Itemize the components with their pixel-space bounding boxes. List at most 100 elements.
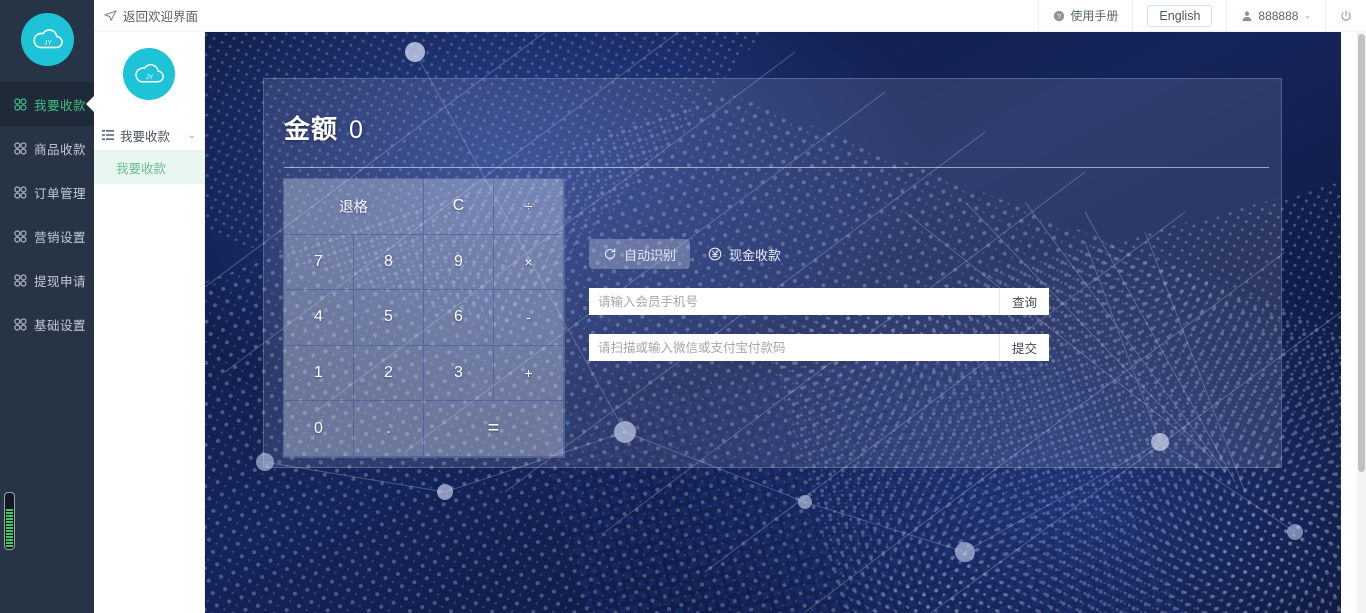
key-minus[interactable]: -: [494, 290, 564, 346]
scrollbar-thumb[interactable]: [1358, 34, 1365, 472]
meter-bar: [6, 542, 13, 544]
auto-detect-button[interactable]: 自动识别: [589, 239, 691, 269]
language-cell: English: [1132, 0, 1226, 32]
key-1[interactable]: 1: [284, 345, 354, 402]
sidebar-item-1[interactable]: 商品收款: [0, 126, 94, 170]
payment-controls: 自动识别 现金收款 查询: [589, 239, 1119, 361]
member-query-button[interactable]: 查询: [999, 288, 1049, 315]
app-root: 金额 0 退格C÷789×456-123+0.= 自动: [0, 0, 1366, 613]
four-petal-icon: [9, 227, 28, 246]
amount-label: 金额: [284, 114, 339, 144]
four-petal-icon: [9, 95, 28, 114]
cash-payment-label: 现金收款: [729, 247, 782, 263]
member-phone-input[interactable]: [589, 288, 999, 315]
language-button[interactable]: English: [1147, 4, 1213, 27]
numeric-keypad[interactable]: 退格 C ÷ 7 8 9 × 4 5 6- 1 2 3 +0. =: [283, 178, 565, 458]
key-equals[interactable]: =: [424, 401, 564, 457]
main-stage: 金额 0 退格C÷789×456-123+0.= 自动: [205, 32, 1341, 613]
svg-text:?: ?: [1057, 11, 1061, 20]
active-pointer: [86, 95, 95, 113]
primary-sidebar: JY 我要收款 商品收款 订单管理 营销设置 提现申请 基础设置: [0, 0, 95, 613]
power-icon: [1340, 10, 1352, 22]
question-circle-icon: ?: [1053, 10, 1065, 22]
amount-value: 0: [349, 116, 364, 144]
pay-submit-button[interactable]: 提交: [999, 334, 1049, 361]
key-dot[interactable]: .: [354, 401, 424, 457]
key-8[interactable]: 8: [354, 234, 424, 291]
sidebar-item-label: 订单管理: [34, 186, 87, 201]
meter-bar: [6, 518, 13, 520]
user-manual-button[interactable]: ? 使用手册: [1038, 0, 1132, 32]
subnav-logo: JY: [123, 48, 175, 100]
meter-bar: [6, 527, 13, 529]
sidebar-item-5[interactable]: 基础设置: [0, 302, 94, 346]
chevron-down-icon[interactable]: ⌄: [188, 130, 196, 141]
meter-bar: [6, 539, 13, 541]
page-title: 金额 0: [284, 109, 364, 146]
payment-mode-row: 自动识别 现金收款: [589, 239, 1119, 269]
send-paper-plane-icon: [104, 9, 117, 22]
key-3[interactable]: 3: [424, 345, 494, 402]
user-name-label: 888888: [1258, 8, 1299, 23]
key-6[interactable]: 6: [424, 290, 494, 346]
top-bar: 返回欢迎界面 ? 使用手册 English 888888 ⌄: [94, 0, 1366, 32]
level-meter: [4, 492, 15, 550]
key-backspace[interactable]: 退格: [284, 179, 424, 235]
member-phone-row: 查询: [589, 288, 1049, 315]
subnav-item-my-receipts[interactable]: 我要收款: [94, 150, 204, 184]
sidebar-item-3[interactable]: 营销设置: [0, 214, 94, 258]
key-divide[interactable]: ÷: [494, 179, 564, 235]
sidebar-item-label: 我要收款: [34, 98, 87, 113]
four-petal-icon: [9, 315, 28, 334]
refresh-circle-icon: [603, 247, 617, 261]
key-4[interactable]: 4: [284, 290, 354, 346]
meter-bar: [6, 512, 13, 514]
key-0[interactable]: 0: [284, 401, 354, 457]
top-bar-right: ? 使用手册 English 888888 ⌄: [1038, 0, 1366, 32]
sidebar-item-0[interactable]: 我要收款: [0, 82, 95, 126]
cash-payment-button[interactable]: 现金收款: [704, 239, 785, 269]
user-manual-label: 使用手册: [1070, 9, 1119, 23]
yuan-circle-icon: [708, 247, 722, 261]
four-petal-icon: [9, 271, 28, 290]
key-plus[interactable]: +: [494, 345, 564, 402]
logout-button[interactable]: [1325, 0, 1366, 32]
sidebar-item-4[interactable]: 提现申请: [0, 258, 94, 302]
auto-detect-label: 自动识别: [624, 247, 677, 263]
cloud-icon: JY: [32, 28, 63, 48]
brand-logo[interactable]: JY: [21, 13, 74, 66]
vertical-scrollbar[interactable]: [1357, 32, 1366, 613]
key-multiply[interactable]: ×: [494, 234, 564, 291]
meter-bar: [6, 515, 13, 517]
four-petal-icon: [9, 139, 28, 158]
sidebar-item-label: 提现申请: [34, 274, 87, 289]
key-5[interactable]: 5: [354, 290, 424, 346]
list-icon: [102, 129, 114, 141]
meter-bar: [6, 536, 13, 538]
meter-bar: [6, 509, 13, 511]
back-to-welcome-link[interactable]: 返回欢迎界面: [104, 6, 198, 25]
user-icon: [1241, 10, 1253, 22]
sidebar-item-label: 基础设置: [34, 318, 87, 333]
chevron-down-icon: ⌄: [1303, 10, 1311, 20]
user-menu[interactable]: 888888 ⌄: [1226, 0, 1325, 32]
sidebar-item-2[interactable]: 订单管理: [0, 170, 94, 214]
key-2[interactable]: 2: [354, 345, 424, 402]
pay-code-input[interactable]: [589, 334, 999, 361]
right-gutter: [1341, 32, 1366, 613]
subnav-group-header[interactable]: 我要收款 ⌄: [94, 120, 204, 150]
meter-bar: [6, 521, 13, 523]
meter-bar: [6, 524, 13, 526]
meter-bar: [6, 545, 13, 547]
pay-code-row: 提交: [589, 334, 1049, 361]
key-7[interactable]: 7: [284, 234, 354, 291]
key-clear[interactable]: C: [424, 179, 494, 235]
svg-text:JY: JY: [145, 73, 153, 80]
sidebar-item-label: 营销设置: [34, 230, 87, 245]
key-9[interactable]: 9: [424, 234, 494, 291]
meter-bar: [6, 533, 13, 535]
back-to-welcome-label: 返回欢迎界面: [123, 10, 199, 24]
cloud-icon: JY: [134, 63, 164, 82]
payment-panel: 金额 0 退格C÷789×456-123+0.= 自动: [263, 78, 1282, 468]
secondary-sidebar: JY 我要收款 ⌄ 我要收款: [94, 32, 205, 613]
